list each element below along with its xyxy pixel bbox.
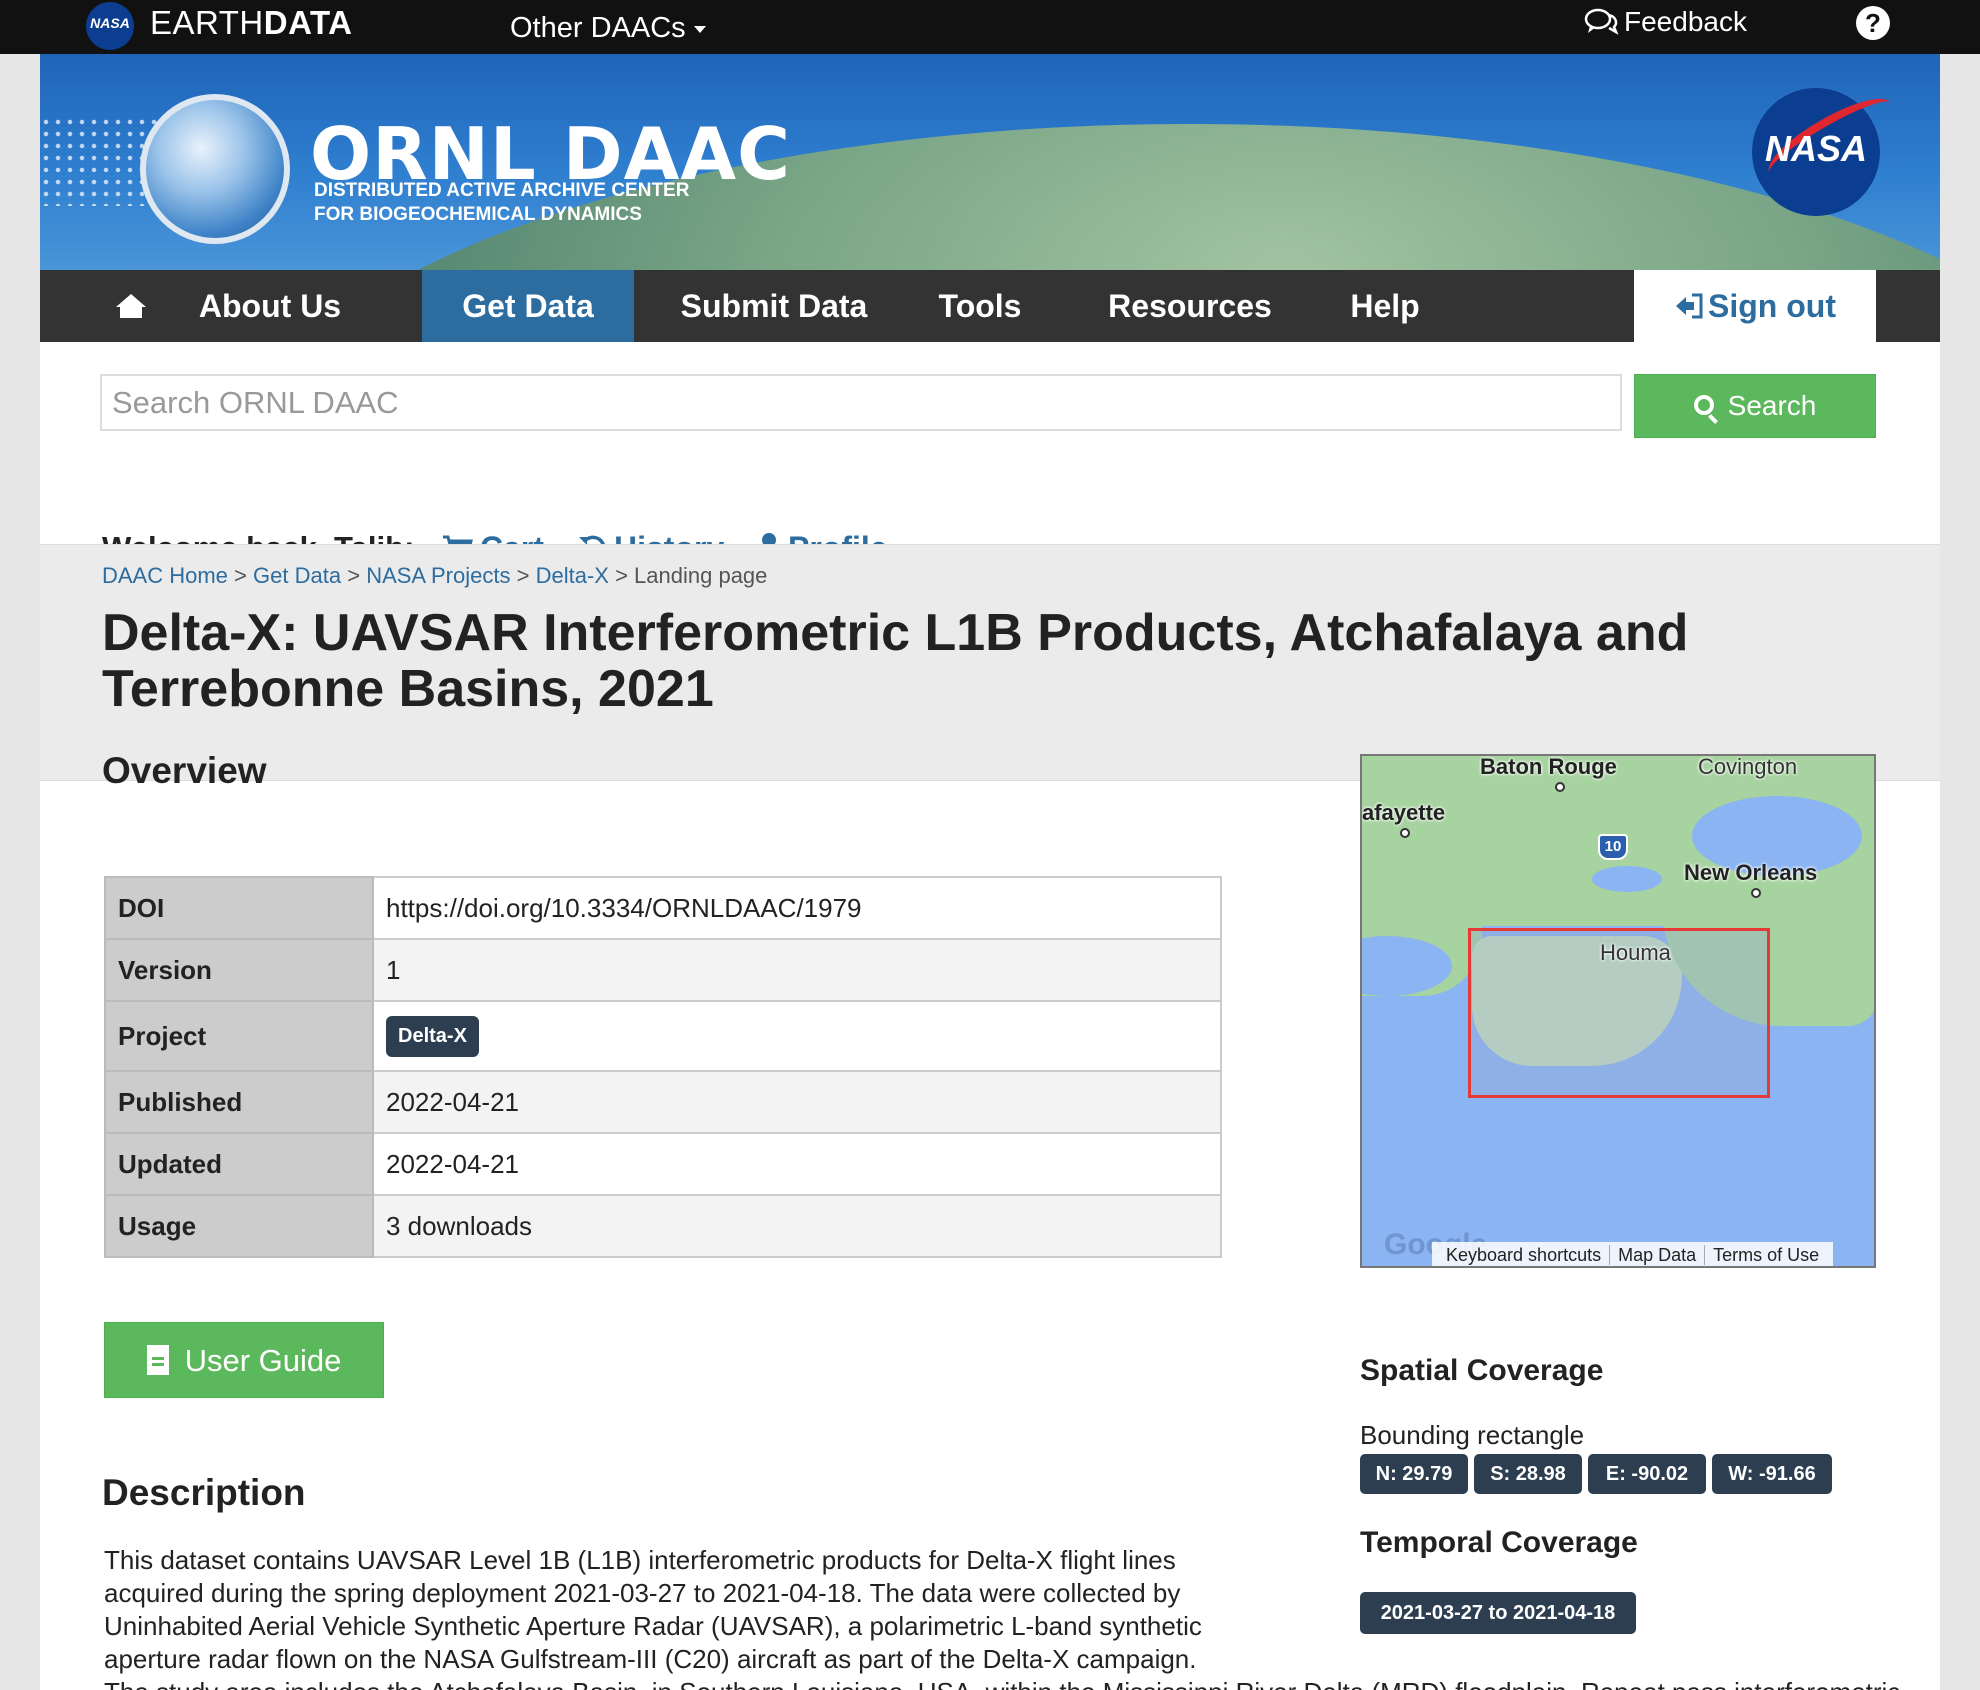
map-label-lafayette: afayette — [1362, 800, 1446, 825]
north-badge: N: 29.79 — [1360, 1454, 1468, 1494]
table-row: Version 1 — [104, 938, 1222, 1002]
published-label: Published — [104, 1070, 374, 1134]
banner-subtitle-2: FOR BIOGEOCHEMICAL DYNAMICS — [314, 204, 642, 225]
nav-help[interactable]: Help — [1340, 270, 1430, 342]
keyboard-shortcuts-link[interactable]: Keyboard shortcuts — [1438, 1245, 1611, 1265]
west-badge: W: -91.66 — [1712, 1454, 1832, 1494]
main-nav: About Us Get Data Submit Data Tools Reso… — [40, 270, 1940, 342]
published-value: 2022-04-21 — [372, 1070, 1222, 1134]
doi-label: DOI — [104, 876, 374, 940]
map-label-covington: Covington — [1698, 754, 1798, 779]
usage-value: 3 downloads — [372, 1194, 1222, 1258]
table-row: DOI https://doi.org/10.3334/ORNLDAAC/197… — [104, 876, 1222, 940]
help-icon[interactable]: ? — [1856, 6, 1890, 40]
search-input[interactable]: Search ORNL DAAC — [100, 374, 1622, 431]
page-shell: ORNL DAAC DISTRIBUTED ACTIVE ARCHIVE CEN… — [40, 54, 1940, 1690]
table-row: Usage 3 downloads — [104, 1194, 1222, 1258]
nasa-logo-icon[interactable]: NASA — [1752, 85, 1901, 216]
city-marker-icon — [1555, 782, 1565, 792]
nav-resources[interactable]: Resources — [1100, 270, 1280, 342]
updated-value: 2022-04-21 — [372, 1132, 1222, 1196]
sign-out-button[interactable]: Sign out — [1634, 270, 1876, 342]
version-value: 1 — [372, 938, 1222, 1002]
description-paragraph-2: The study area includes the Atchafalaya … — [104, 1676, 1924, 1690]
table-row: Published 2022-04-21 — [104, 1070, 1222, 1134]
search-button[interactable]: Search — [1634, 374, 1876, 438]
ornl-globe-logo-icon[interactable] — [140, 94, 290, 244]
project-value: Delta-X — [372, 1000, 1222, 1072]
page-title: Delta-X: UAVSAR Interferometric L1B Prod… — [102, 604, 1689, 718]
description-paragraph-1: This dataset contains UAVSAR Level 1B (L… — [104, 1545, 1202, 1674]
coverage-map[interactable]: 10 Baton Rouge Covington afayette New Or… — [1360, 754, 1876, 1268]
terms-of-use-link[interactable]: Terms of Use — [1705, 1245, 1827, 1265]
description-body: This dataset contains UAVSAR Level 1B (L… — [104, 1544, 1924, 1690]
spatial-coverage-heading: Spatial Coverage — [1360, 1354, 1604, 1387]
map-data-link[interactable]: Map Data — [1610, 1245, 1706, 1265]
breadcrumb: DAAC Home > Get Data > NASA Projects > D… — [102, 563, 768, 588]
temporal-coverage-heading: Temporal Coverage — [1360, 1526, 1638, 1559]
version-label: Version — [104, 938, 374, 1002]
table-row: Project Delta-X — [104, 1000, 1222, 1072]
home-icon[interactable] — [100, 270, 160, 342]
map-attribution: Keyboard shortcuts Map Data Terms of Use — [1432, 1242, 1834, 1266]
search-icon — [1693, 394, 1714, 415]
nasa-meatball-icon[interactable]: NASA — [86, 2, 134, 50]
breadcrumb-daac-home[interactable]: DAAC Home — [102, 563, 228, 588]
city-marker-icon — [1751, 888, 1761, 898]
nav-tools[interactable]: Tools — [930, 270, 1030, 342]
nav-submit-data[interactable]: Submit Data — [674, 270, 874, 342]
user-guide-button[interactable]: User Guide — [104, 1322, 384, 1398]
interstate-shield-icon: 10 — [1598, 834, 1628, 860]
breadcrumb-nasa-projects[interactable]: NASA Projects — [366, 563, 510, 588]
caret-down-icon — [693, 25, 706, 33]
doi-value[interactable]: https://doi.org/10.3334/ORNLDAAC/1979 — [372, 876, 1222, 940]
updated-label: Updated — [104, 1132, 374, 1196]
sign-out-icon — [1676, 293, 1703, 319]
file-text-icon — [146, 1344, 169, 1375]
earthdata-brand[interactable]: EARTHDATA — [150, 4, 353, 42]
other-daacs-dropdown[interactable]: Other DAACs — [510, 12, 706, 45]
map-label-baton-rouge: Baton Rouge — [1480, 754, 1617, 779]
bounding-rectangle-label: Bounding rectangle — [1360, 1420, 1585, 1450]
table-row: Updated 2022-04-21 — [104, 1132, 1222, 1196]
south-badge: S: 28.98 — [1474, 1454, 1582, 1494]
nav-about-us[interactable]: About Us — [190, 270, 350, 342]
ornl-daac-banner: ORNL DAAC DISTRIBUTED ACTIVE ARCHIVE CEN… — [40, 54, 1940, 270]
breadcrumb-get-data[interactable]: Get Data — [253, 563, 341, 588]
map-label-houma: Houma — [1600, 940, 1671, 965]
title-band: DAAC Home > Get Data > NASA Projects > D… — [40, 544, 1940, 781]
description-heading: Description — [102, 1472, 306, 1513]
city-marker-icon — [1400, 828, 1410, 838]
nav-get-data[interactable]: Get Data — [422, 270, 634, 342]
earthdata-topbar: NASA EARTHDATA Other DAACs Feedback ? — [0, 0, 1980, 54]
usage-label: Usage — [104, 1194, 374, 1258]
banner-subtitle-1: DISTRIBUTED ACTIVE ARCHIVE CENTER — [314, 180, 690, 201]
breadcrumb-delta-x[interactable]: Delta-X — [536, 563, 609, 588]
overview-heading: Overview — [102, 750, 267, 791]
breadcrumb-current: Landing page — [634, 563, 768, 588]
chat-bubbles-icon — [1584, 8, 1619, 35]
project-badge[interactable]: Delta-X — [386, 1015, 479, 1057]
overview-table: DOI https://doi.org/10.3334/ORNLDAAC/197… — [104, 876, 1222, 1258]
project-label: Project — [104, 1000, 374, 1072]
feedback-link[interactable]: Feedback — [1584, 6, 1747, 38]
map-label-new-orleans: New Orleans — [1684, 860, 1818, 885]
east-badge: E: -90.02 — [1588, 1454, 1706, 1494]
temporal-range-badge: 2021-03-27 to 2021-04-18 — [1360, 1592, 1636, 1634]
